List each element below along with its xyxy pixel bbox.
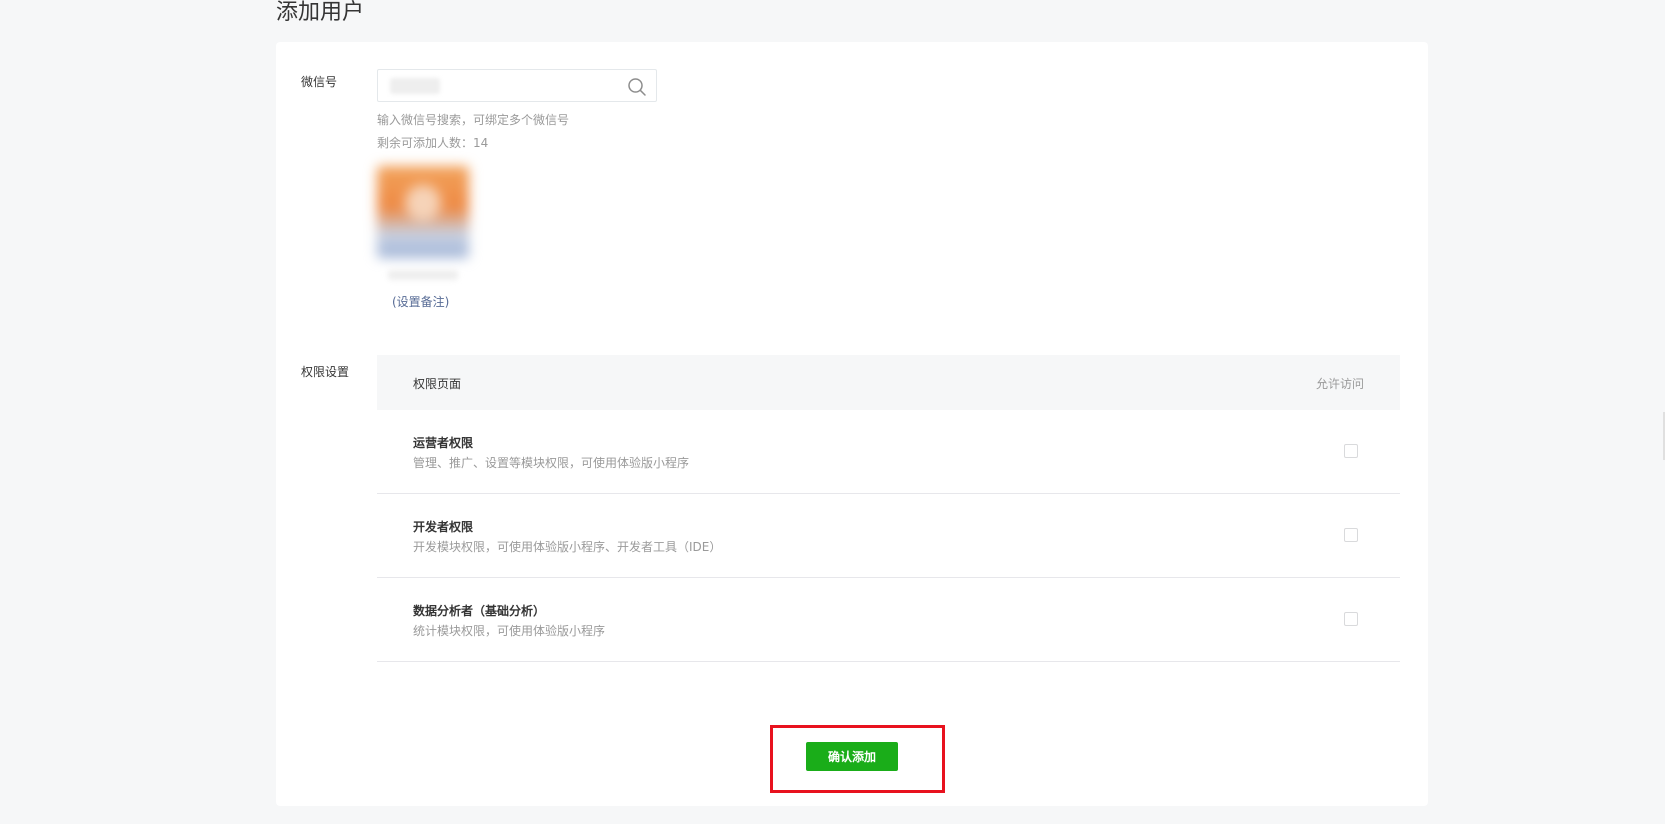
- permission-desc: 统计模块权限，可使用体验版小程序: [413, 624, 606, 638]
- user-nickname: [388, 270, 458, 280]
- set-remark-link[interactable]: (设置备注): [392, 293, 449, 310]
- permission-settings-label: 权限设置: [301, 365, 350, 379]
- permission-table-header: 权限页面 允许访问: [377, 355, 1400, 410]
- search-input-value: [390, 78, 440, 94]
- search-icon[interactable]: [627, 77, 647, 97]
- permission-desc: 开发模块权限，可使用体验版小程序、开发者工具（IDE）: [413, 540, 722, 554]
- permission-table: 权限页面 允许访问 运营者权限 管理、推广、设置等模块权限，可使用体验版小程序 …: [377, 355, 1400, 662]
- permission-row-developer: 开发者权限 开发模块权限，可使用体验版小程序、开发者工具（IDE）: [377, 494, 1400, 578]
- header-permission-page: 权限页面: [413, 377, 462, 391]
- header-allow-access: 允许访问: [1315, 377, 1364, 391]
- operator-allow-checkbox[interactable]: [1344, 444, 1358, 458]
- data-analyst-allow-checkbox[interactable]: [1344, 612, 1358, 626]
- wechat-search-input[interactable]: [377, 69, 657, 102]
- permission-name: 开发者权限: [413, 520, 474, 534]
- permission-name: 数据分析者（基础分析）: [413, 604, 546, 618]
- permission-name: 运营者权限: [413, 436, 474, 450]
- user-avatar: [377, 166, 469, 258]
- permission-desc: 管理、推广、设置等模块权限，可使用体验版小程序: [413, 456, 690, 470]
- wechat-id-label: 微信号: [301, 75, 338, 89]
- remaining-count: 剩余可添加人数：14: [377, 136, 489, 150]
- permission-row-data-analyst: 数据分析者（基础分析） 统计模块权限，可使用体验版小程序: [377, 578, 1400, 662]
- page-title: 添加用户: [276, 0, 365, 25]
- add-user-card: 微信号 输入微信号搜索，可绑定多个微信号 剩余可添加人数：14 (设置备注) 权…: [276, 42, 1428, 806]
- confirm-add-button[interactable]: 确认添加: [806, 742, 898, 771]
- permission-row-operator: 运营者权限 管理、推广、设置等模块权限，可使用体验版小程序: [377, 410, 1400, 494]
- search-hint: 输入微信号搜索，可绑定多个微信号: [377, 113, 570, 127]
- developer-allow-checkbox[interactable]: [1344, 528, 1358, 542]
